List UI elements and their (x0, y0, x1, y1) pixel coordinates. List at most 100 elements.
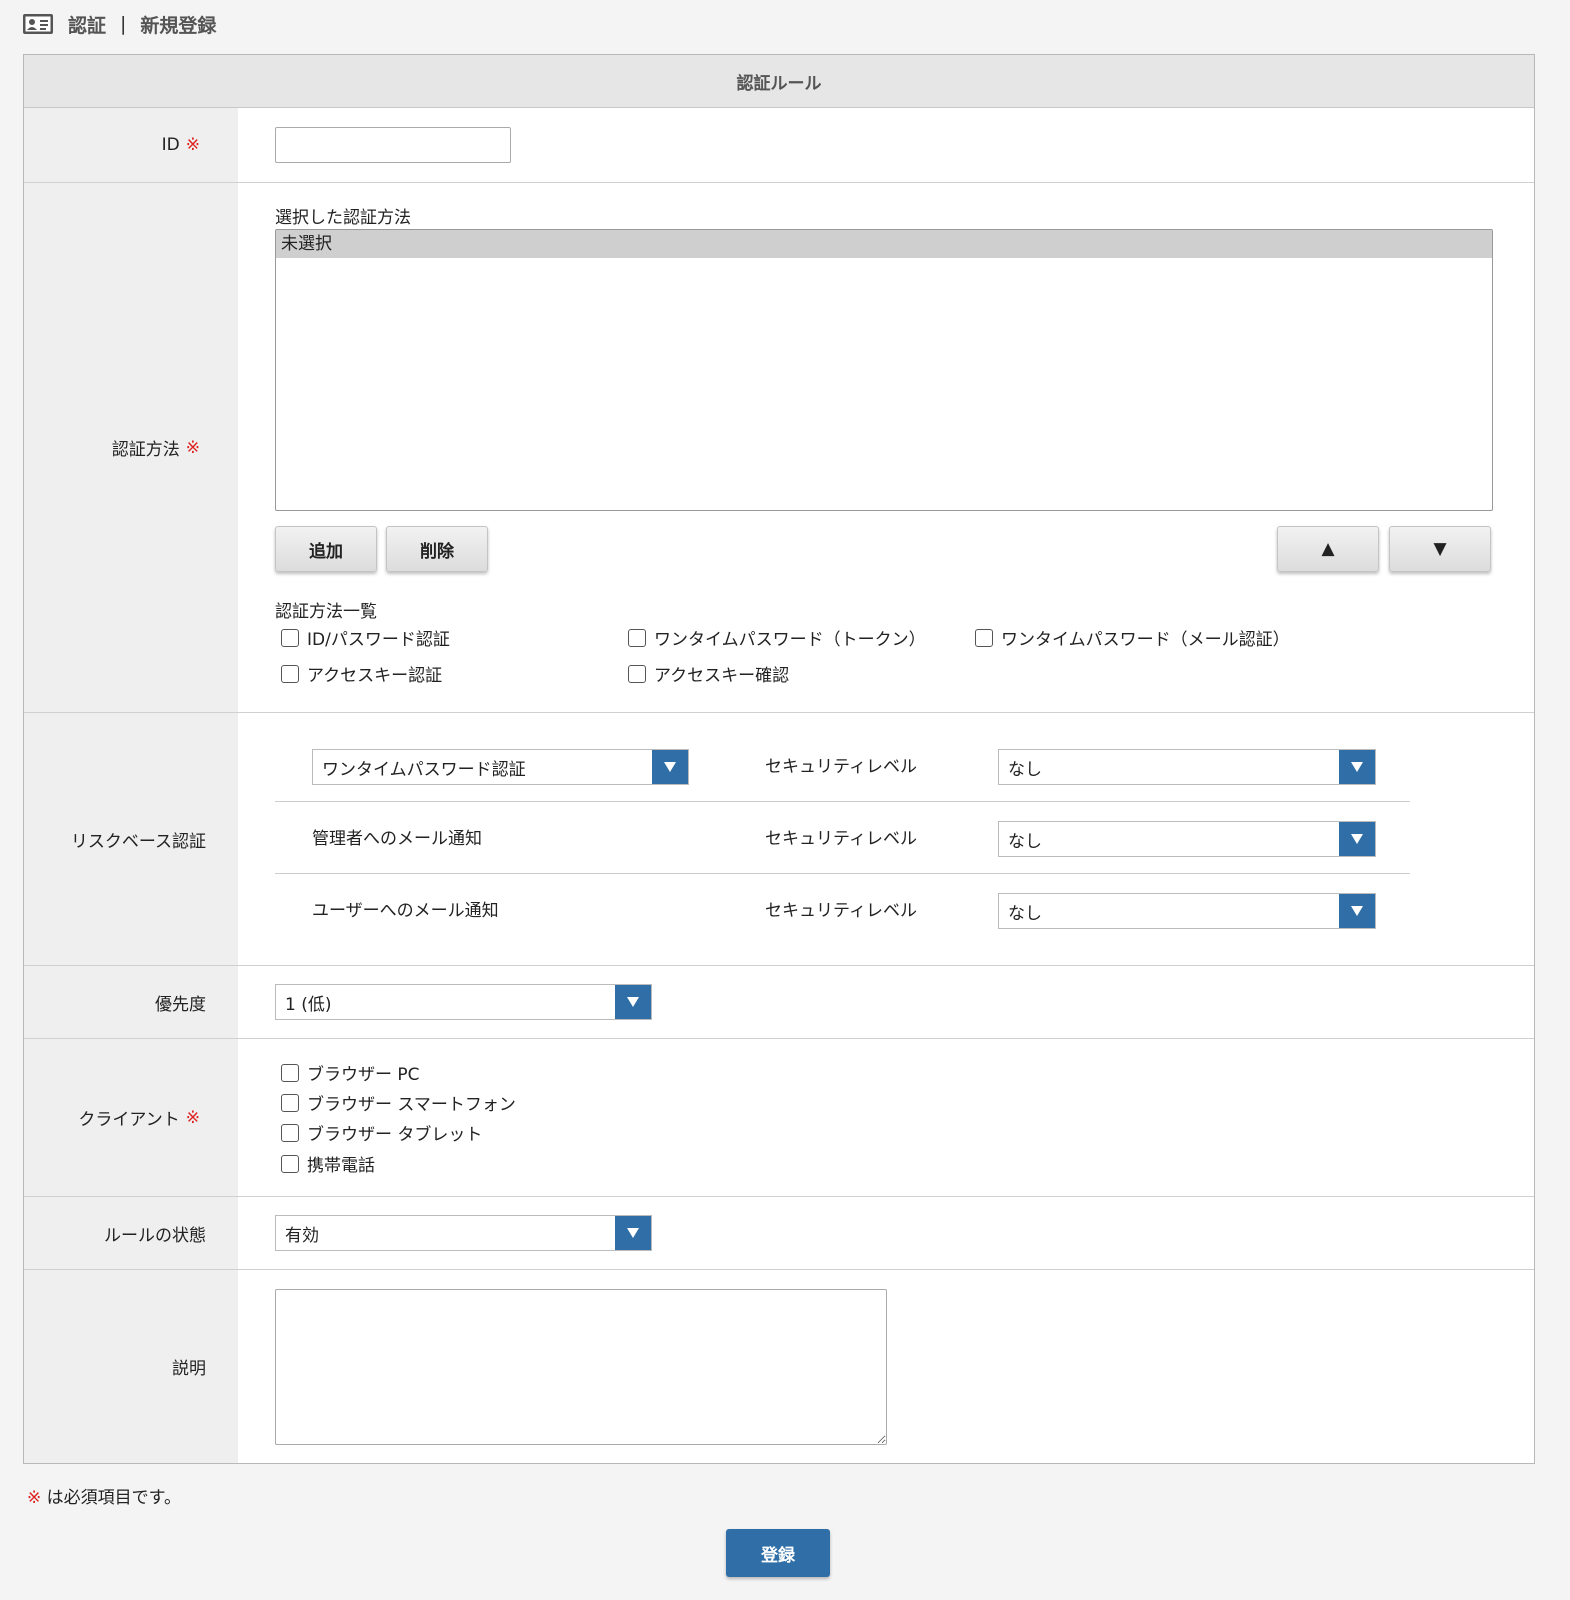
divider (275, 873, 1410, 874)
checkbox[interactable] (281, 664, 299, 683)
select-value: 有効 (285, 1225, 319, 1246)
chevron-down-icon[interactable] (1339, 822, 1375, 856)
auth-rule-form: 認証ルール ID ※ 認証方法 ※ 選択した認証方法 未選択 追加 削除 ▲ ▼… (23, 54, 1535, 1464)
list-item[interactable]: 未選択 (276, 230, 1492, 258)
move-up-button[interactable]: ▲ (1277, 526, 1379, 572)
security-level-label: セキュリティレベル (765, 757, 917, 777)
checkbox[interactable] (281, 1123, 299, 1142)
admin-mail-notice-label: 管理者へのメール通知 (312, 829, 482, 849)
description-textarea[interactable] (275, 1289, 887, 1445)
description-label-cell: 説明 (24, 1270, 238, 1463)
priority-content: 1 (低) (238, 966, 1534, 1038)
select-value: 1 (低) (285, 994, 332, 1015)
user-mail-level-select[interactable]: なし (998, 893, 1376, 929)
rule-status-content: 有効 (238, 1197, 1534, 1269)
description-content (238, 1270, 1534, 1463)
client-option-tablet[interactable]: ブラウザー タブレット (281, 1120, 482, 1145)
checkbox[interactable] (975, 628, 993, 647)
checkbox[interactable] (281, 1093, 299, 1112)
checkbox[interactable] (281, 628, 299, 647)
checkbox[interactable] (628, 664, 646, 683)
chevron-down-icon[interactable] (652, 750, 688, 784)
chevron-down-icon[interactable] (615, 985, 651, 1019)
option-label: ワンタイムパスワード（メール認証） (1001, 630, 1290, 650)
delete-button[interactable]: 削除 (386, 526, 488, 572)
method-option-access-key-auth[interactable]: アクセスキー認証 (281, 661, 442, 686)
option-label: ブラウザー タブレット (307, 1125, 483, 1145)
option-label: ブラウザー PC (307, 1065, 420, 1085)
risk-based-content: ワンタイムパスワード認証 セキュリティレベル なし 管理者へのメール通知 セキュ… (238, 713, 1534, 965)
select-value: なし (1008, 831, 1042, 852)
move-down-button[interactable]: ▼ (1389, 526, 1491, 572)
user-mail-notice-label: ユーザーへのメール通知 (312, 901, 499, 921)
required-note: ※ は必須項目です。 (27, 1483, 181, 1508)
select-value: なし (1008, 759, 1042, 780)
method-option-access-key-confirm[interactable]: アクセスキー確認 (628, 661, 789, 686)
client-content: ブラウザー PC ブラウザー スマートフォン ブラウザー タブレット 携帯電話 (238, 1039, 1534, 1196)
risk-based-label: リスクベース認証 (70, 831, 206, 852)
risk-based-label-cell: リスクベース認証 (24, 713, 238, 965)
option-label: アクセスキー認証 (307, 666, 443, 686)
select-value: ワンタイムパスワード認証 (322, 759, 526, 780)
option-label: ブラウザー スマートフォン (307, 1095, 516, 1115)
required-mark: ※ (27, 1488, 42, 1508)
required-note-text: は必須項目です。 (46, 1488, 181, 1508)
id-row: ID ※ (24, 108, 1534, 183)
chevron-down-icon[interactable] (1339, 894, 1375, 928)
method-list-label: 認証方法一覧 (275, 602, 377, 622)
option-label: ID/パスワード認証 (307, 630, 450, 650)
required-mark: ※ (185, 1107, 200, 1128)
option-label: ワンタイムパスワード（トークン） (654, 630, 926, 650)
description-row: 説明 (24, 1270, 1534, 1463)
client-option-mobile-phone[interactable]: 携帯電話 (281, 1151, 375, 1176)
priority-label: 優先度 (155, 994, 206, 1015)
page-header: 認証 | 新規登録 (22, 8, 216, 40)
required-mark: ※ (185, 135, 200, 155)
rule-status-select[interactable]: 有効 (275, 1215, 652, 1251)
security-level-label: セキュリティレベル (765, 901, 917, 921)
selected-methods-listbox[interactable]: 未選択 (275, 229, 1493, 511)
priority-row: 優先度 1 (低) (24, 966, 1534, 1039)
selected-methods-label: 選択した認証方法 (275, 208, 411, 228)
method-option-otp-token[interactable]: ワンタイムパスワード（トークン） (628, 625, 926, 650)
priority-label-cell: 優先度 (24, 966, 238, 1038)
admin-mail-level-select[interactable]: なし (998, 821, 1376, 857)
auth-method-label-cell: 認証方法 ※ (24, 183, 238, 712)
page-title: 新規登録 (140, 14, 217, 37)
risk-method-select[interactable]: ワンタイムパスワード認証 (312, 749, 689, 785)
rule-status-row: ルールの状態 有効 (24, 1197, 1534, 1270)
id-label-cell: ID ※ (24, 108, 238, 182)
divider (275, 801, 1410, 802)
client-option-smartphone[interactable]: ブラウザー スマートフォン (281, 1090, 516, 1115)
checkbox[interactable] (281, 1063, 299, 1082)
breadcrumb-separator: | (120, 13, 127, 35)
client-label-cell: クライアント ※ (24, 1039, 238, 1196)
security-level-select[interactable]: なし (998, 749, 1376, 785)
auth-method-label: 認証方法 (111, 440, 180, 460)
id-content (238, 108, 1534, 182)
id-label: ID (161, 135, 180, 155)
id-input[interactable] (275, 127, 511, 163)
id-card-icon (22, 12, 54, 36)
security-level-label: セキュリティレベル (765, 829, 917, 849)
auth-method-content: 選択した認証方法 未選択 追加 削除 ▲ ▼ 認証方法一覧 ID/パスワード認証… (238, 183, 1534, 712)
rule-status-label-cell: ルールの状態 (24, 1197, 238, 1269)
risk-based-row: リスクベース認証 ワンタイムパスワード認証 セキュリティレベル なし 管理者への… (24, 713, 1534, 966)
checkbox[interactable] (628, 628, 646, 647)
method-option-otp-mail[interactable]: ワンタイムパスワード（メール認証） (975, 625, 1290, 650)
option-label: アクセスキー確認 (654, 666, 790, 686)
auth-method-row: 認証方法 ※ 選択した認証方法 未選択 追加 削除 ▲ ▼ 認証方法一覧 ID/… (24, 183, 1534, 713)
register-button[interactable]: 登録 (726, 1529, 830, 1577)
client-label: クライアント (78, 1110, 180, 1130)
breadcrumb-section: 認証 (68, 14, 107, 37)
chevron-down-icon[interactable] (615, 1216, 651, 1250)
add-button[interactable]: 追加 (275, 526, 377, 572)
client-row: クライアント ※ ブラウザー PC ブラウザー スマートフォン ブラウザー タブ… (24, 1039, 1534, 1197)
client-option-pc[interactable]: ブラウザー PC (281, 1060, 420, 1085)
option-label: 携帯電話 (307, 1156, 375, 1176)
chevron-down-icon[interactable] (1339, 750, 1375, 784)
priority-select[interactable]: 1 (低) (275, 984, 652, 1020)
method-option-id-password[interactable]: ID/パスワード認証 (281, 625, 450, 650)
select-value: なし (1008, 903, 1042, 924)
checkbox[interactable] (281, 1154, 299, 1173)
